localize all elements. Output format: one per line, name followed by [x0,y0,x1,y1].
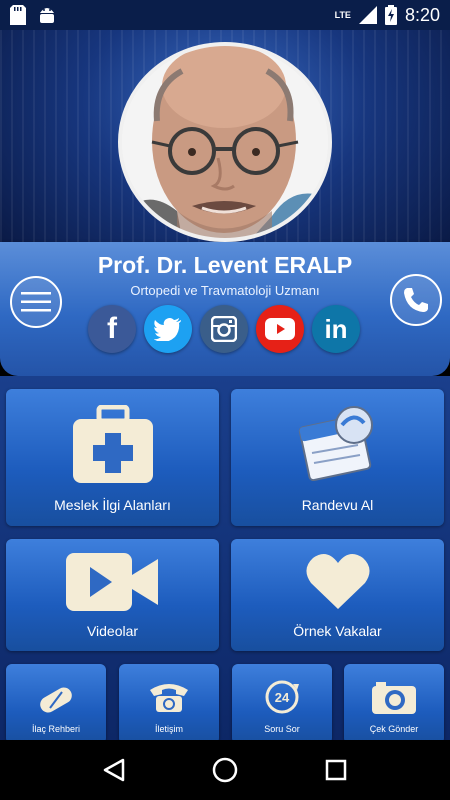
heart-icon [305,554,370,609]
tile-ilac-rehberi[interactable]: İlaç Rehberi [6,664,106,744]
camera-icon [372,682,416,714]
tile-cek-gonder[interactable]: Çek Gönder [344,664,444,744]
tile-label: Örnek Vakalar [293,623,382,639]
sd-card-icon [10,5,26,25]
status-bar: LTE 8:20 [0,0,450,30]
facebook-button[interactable]: f [88,305,136,353]
call-button[interactable] [390,274,442,326]
linkedin-button[interactable]: in [312,305,360,353]
navigation-bar [0,740,450,800]
status-time: 8:20 [404,4,440,25]
signal-icon [358,6,377,24]
back-icon[interactable] [103,758,125,782]
tile-ornek-vakalar[interactable]: Örnek Vakalar [231,539,444,651]
twitter-button[interactable] [144,305,192,353]
24-hours-icon: 24 [265,680,299,714]
home-icon[interactable] [212,757,238,783]
tile-label: Soru Sor [264,724,300,734]
tile-label: İletişim [154,724,183,734]
tile-randevu-al[interactable]: Randevu Al [231,389,444,526]
tile-iletisim[interactable]: İletişim [119,664,219,744]
calendar-icon [298,406,373,481]
tile-label: Meslek İlgi Alanları [54,497,171,513]
tile-label: Videolar [86,623,139,639]
youtube-icon [265,318,295,340]
lte-label: LTE [334,10,351,20]
tile-meslek-ilgi-alanlari[interactable]: Meslek İlgi Alanları [6,389,219,526]
tile-label: İlaç Rehberi [31,724,81,734]
phone-icon [404,288,428,312]
doctor-name: Prof. Dr. Levent ERALP [97,252,353,278]
doctor-specialty: Ortopedi ve Travmatoloji Uzmanı [130,283,320,298]
video-camera-icon [65,553,158,611]
social-links: f in [88,305,360,353]
tile-videolar[interactable]: Videolar [6,539,219,651]
facebook-icon: f [107,312,117,345]
menu-button[interactable] [10,276,62,328]
battery-charging-icon [384,5,397,25]
instagram-button[interactable] [200,305,248,353]
android-icon [40,8,54,23]
pill-icon [40,687,72,713]
doctor-avatar [118,42,332,242]
app-screen: LTE 8:20 Prof. Dr. Levent ERALP Ortopedi… [0,0,450,800]
tile-label: Çek Gönder [369,724,419,734]
tile-soru-sor[interactable]: 24 Soru Sor [232,664,332,744]
svg-text:24: 24 [275,690,290,705]
tile-label: Randevu Al [301,497,374,513]
recent-apps-icon[interactable] [325,759,347,781]
telephone-icon [150,684,188,712]
youtube-button[interactable] [256,305,304,353]
twitter-icon [154,318,181,341]
menu-icon [21,292,51,312]
first-aid-kit-icon [72,405,153,483]
instagram-icon [211,316,237,342]
linkedin-icon: in [324,313,348,344]
